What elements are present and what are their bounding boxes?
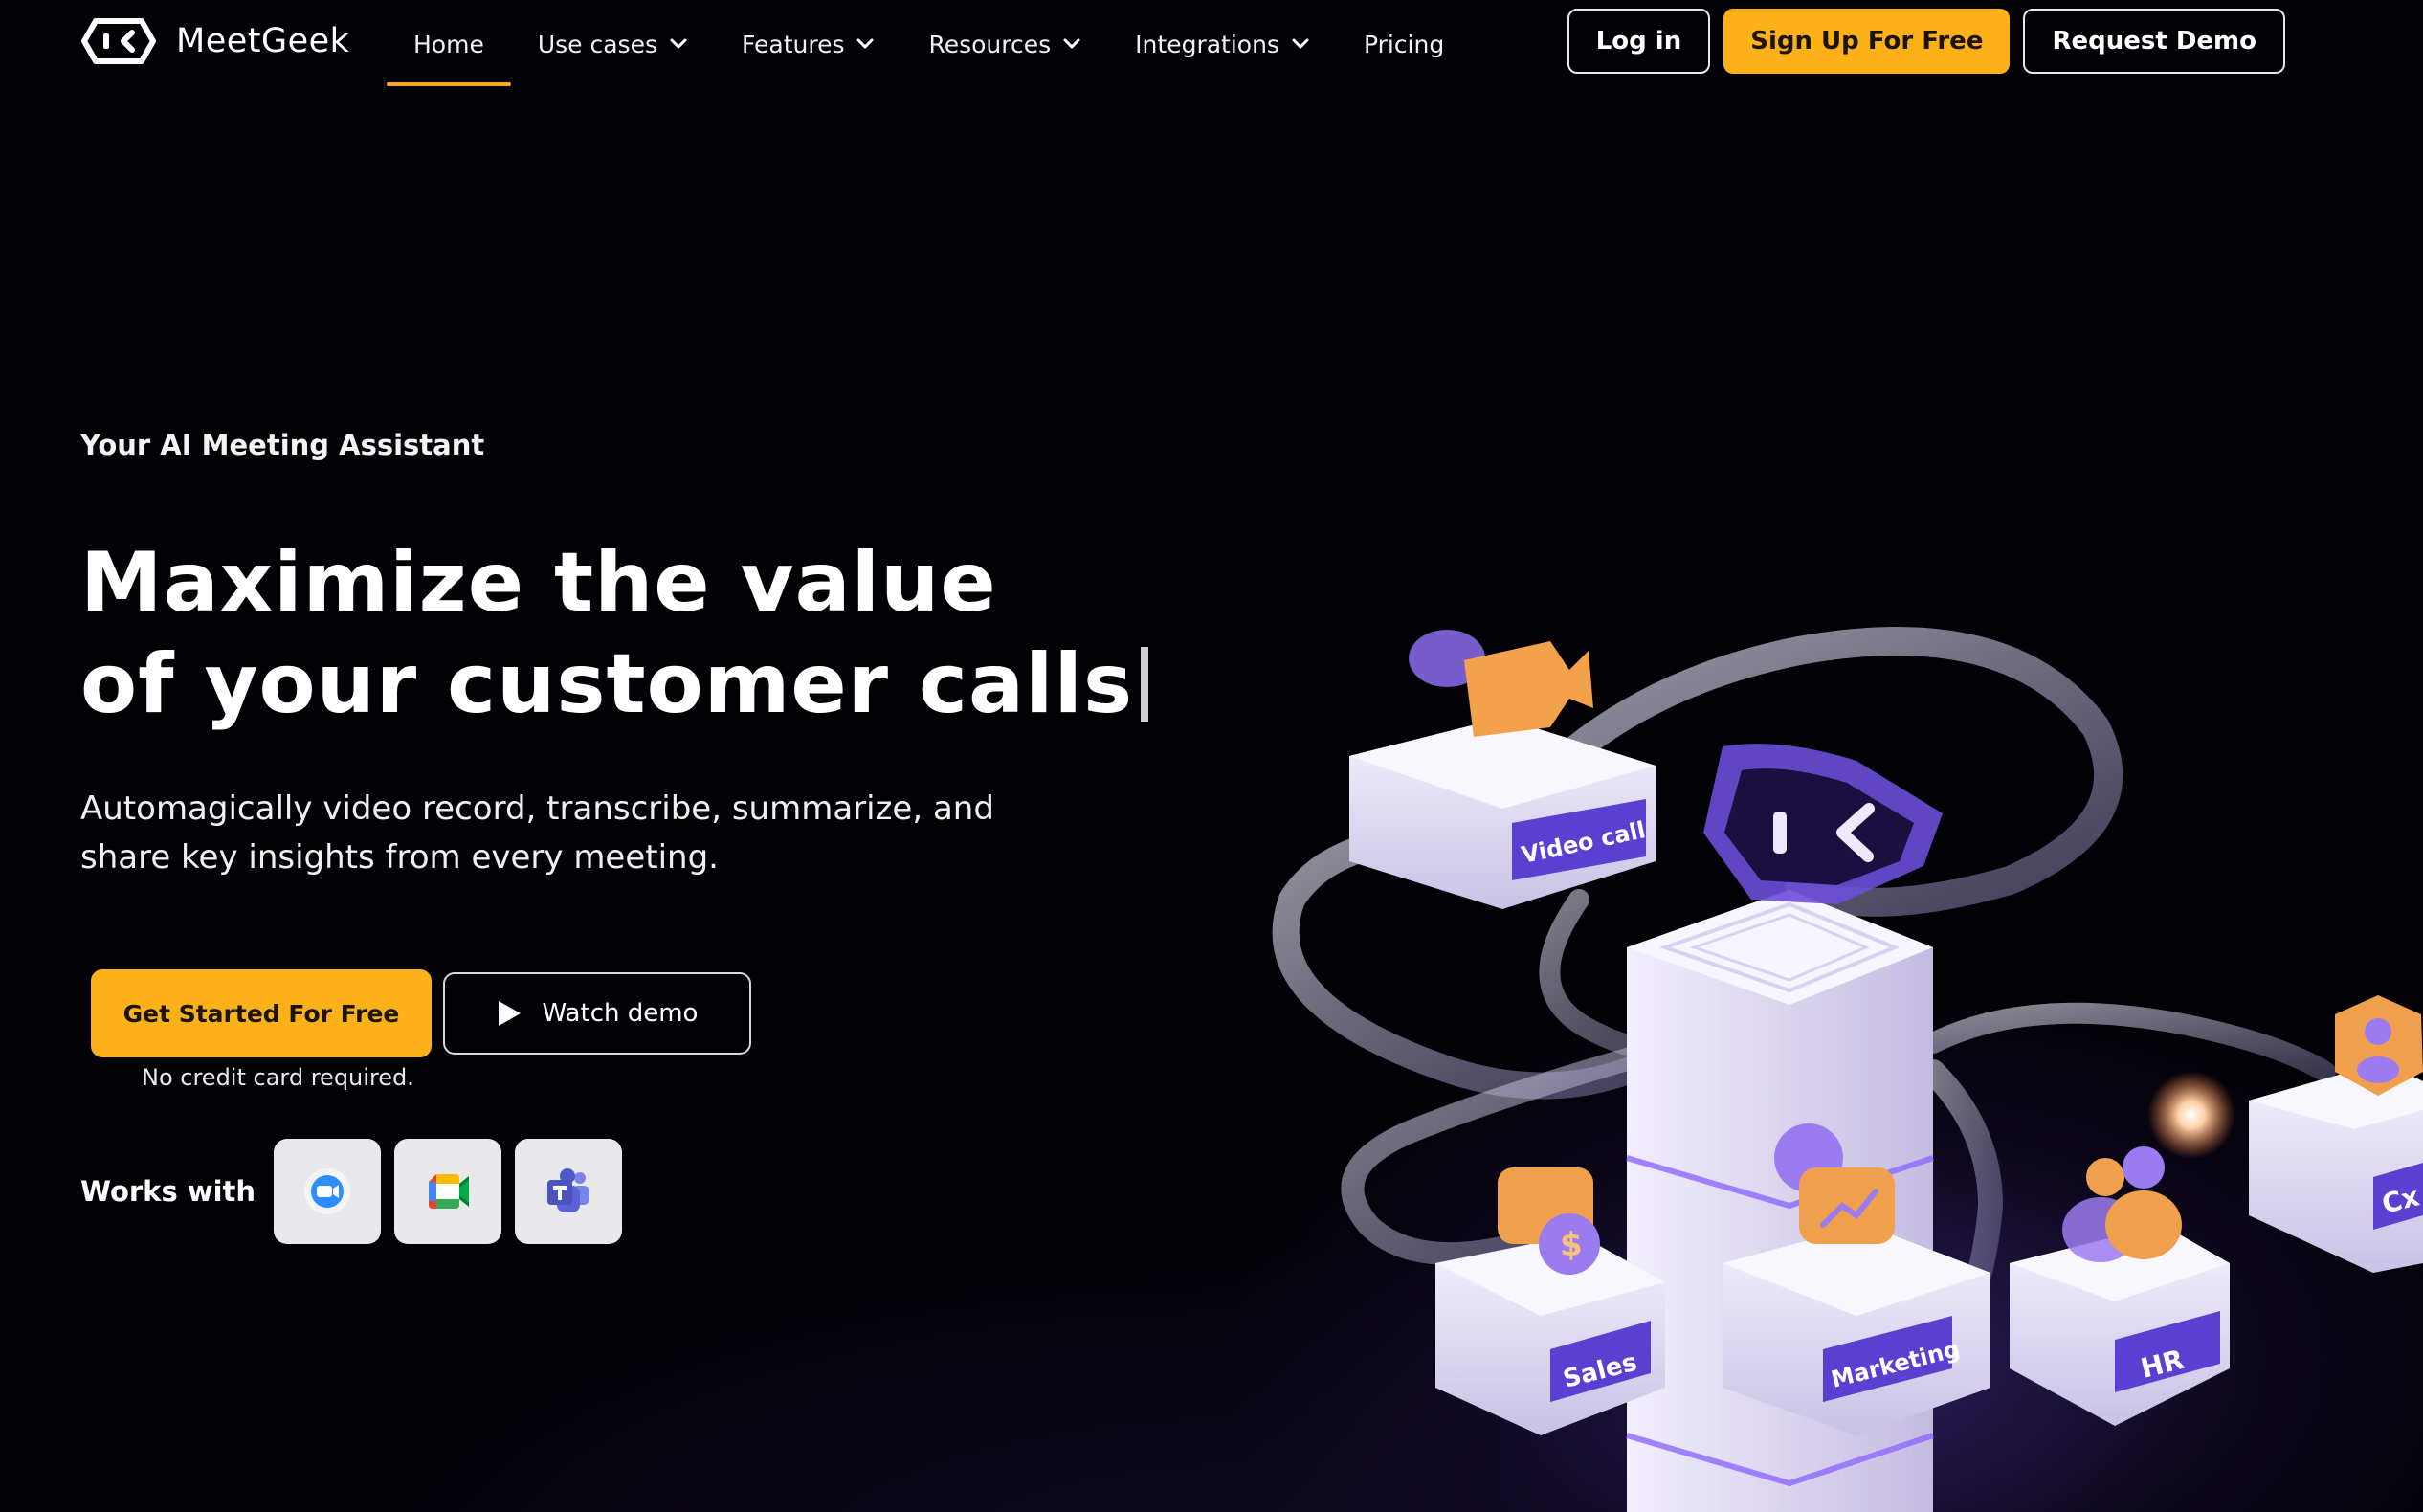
hero-eyebrow: Your AI Meeting Assistant — [80, 429, 485, 461]
nav-item-label: Use cases — [537, 30, 657, 58]
hero-cta-group: Get Started For Free Watch demo — [91, 969, 751, 1057]
zoom-icon — [304, 1168, 350, 1214]
nav-actions: Log in Sign Up For Free Request Demo — [1567, 9, 2285, 74]
nav-item-pricing[interactable]: Pricing — [1337, 0, 1471, 88]
brand-logo[interactable]: MeetGeek — [80, 17, 349, 65]
play-icon — [498, 1001, 521, 1026]
nav-item-label: Home — [413, 30, 484, 58]
robot-head-icon — [1703, 744, 1943, 904]
light-spark — [2147, 1071, 2235, 1159]
hero-headline: Maximize the value of your customer call… — [80, 532, 1149, 735]
nav-item-integrations[interactable]: Integrations — [1108, 0, 1337, 88]
nav-item-label: Resources — [928, 30, 1052, 58]
watch-demo-label: Watch demo — [542, 999, 699, 1028]
hero-illustration: Video call Sales $ Marketing HR Cx — [1272, 627, 2423, 1512]
headline-line-1: Maximize the value — [80, 535, 997, 631]
brand-name: MeetGeek — [176, 22, 350, 60]
nav-item-label: Pricing — [1363, 30, 1445, 58]
top-navigation: MeetGeek Home Use cases Features Resourc… — [0, 0, 2423, 88]
google-meet-icon — [429, 1174, 469, 1209]
chevron-down-icon — [1063, 38, 1080, 49]
hero-subtext: Automagically video record, transcribe, … — [80, 789, 994, 877]
nav-item-resources[interactable]: Resources — [901, 0, 1108, 88]
microsoft-teams-tile[interactable] — [515, 1139, 622, 1244]
zoom-tile[interactable] — [274, 1139, 381, 1244]
works-with-row: Works with — [80, 1139, 622, 1244]
hr-block: HR — [2010, 1146, 2230, 1426]
google-meet-tile[interactable] — [394, 1139, 501, 1244]
nav-item-use-cases[interactable]: Use cases — [511, 0, 715, 88]
integration-apps — [274, 1139, 622, 1244]
nav-item-label: Integrations — [1135, 30, 1279, 58]
login-button[interactable]: Log in — [1567, 9, 1711, 74]
watch-demo-button[interactable]: Watch demo — [443, 972, 751, 1055]
chevron-down-icon — [670, 38, 687, 49]
request-demo-button[interactable]: Request Demo — [2023, 9, 2285, 74]
microsoft-teams-icon — [547, 1168, 589, 1212]
nav-item-features[interactable]: Features — [715, 0, 902, 88]
cx-block: Cx — [2249, 995, 2423, 1273]
meetgeek-logo-icon — [81, 18, 156, 64]
nav-item-home[interactable]: Home — [387, 0, 511, 88]
typing-caret — [1141, 647, 1149, 722]
video-call-block: Video call — [1349, 630, 1656, 909]
nav-item-label: Features — [741, 30, 845, 58]
works-with-label: Works with — [80, 1175, 256, 1208]
signup-button[interactable]: Sign Up For Free — [1723, 9, 2011, 74]
get-started-button[interactable]: Get Started For Free — [91, 969, 432, 1057]
chevron-down-icon — [1292, 38, 1309, 49]
no-credit-card-note: No credit card required. — [142, 1064, 414, 1091]
dollar-icon: $ — [1560, 1226, 1583, 1264]
main-menu: Home Use cases Features Resources Integr… — [387, 0, 1471, 88]
chevron-down-icon — [856, 38, 874, 49]
headline-line-2: of your customer calls — [80, 636, 1134, 732]
